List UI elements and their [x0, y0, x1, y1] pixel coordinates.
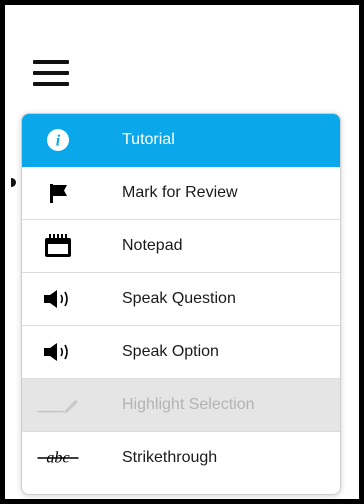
tools-dropdown-menu: i Tutorial Mark for Review Notepad Speak… [21, 113, 341, 495]
flag-icon [36, 167, 80, 219]
highlighter-icon [36, 379, 80, 431]
menu-item-strikethrough[interactable]: abc Strikethrough [22, 432, 340, 485]
tools-panel: i Tutorial Mark for Review Notepad Speak… [0, 0, 364, 504]
svg-text:i: i [56, 133, 61, 150]
strikethrough-icon: abc [36, 432, 80, 484]
menu-item-label: Strikethrough [122, 449, 218, 466]
hamburger-menu-icon[interactable] [33, 57, 73, 91]
menu-item-speak-option[interactable]: Speak Option [22, 326, 340, 379]
menu-item-label: Mark for Review [122, 184, 238, 201]
menu-item-tutorial[interactable]: i Tutorial [22, 114, 340, 167]
menu-item-highlight-selection[interactable]: Highlight Selection [22, 379, 340, 432]
info-icon: i [36, 114, 80, 166]
menu-item-label: Tutorial [122, 131, 175, 148]
notepad-icon [36, 220, 80, 272]
speaker-icon [36, 273, 80, 325]
menu-item-label: Speak Option [122, 343, 219, 360]
menu-item-label: Speak Question [122, 290, 236, 307]
speaker-icon [36, 326, 80, 378]
menu-item-label: Highlight Selection [122, 396, 255, 413]
menu-item-notepad[interactable]: Notepad [22, 220, 340, 273]
edge-marker [11, 178, 16, 187]
menu-item-label: Notepad [122, 237, 183, 254]
menu-item-speak-question[interactable]: Speak Question [22, 273, 340, 326]
menu-item-mark-for-review[interactable]: Mark for Review [22, 167, 340, 220]
